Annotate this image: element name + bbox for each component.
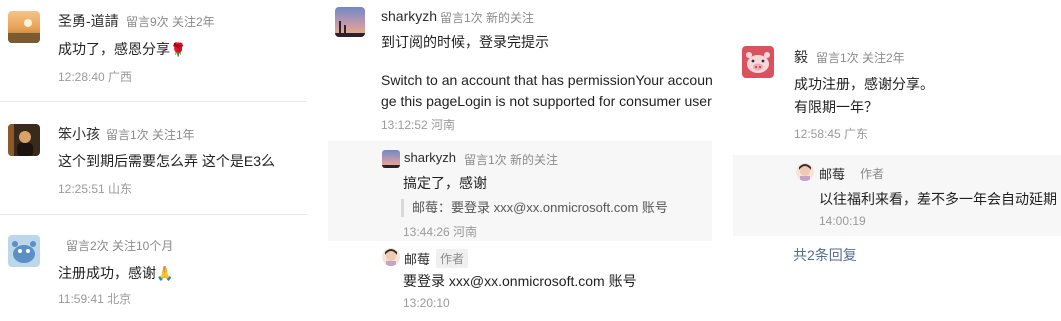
comment-time: 11:59:41 北京 xyxy=(58,292,132,306)
show-replies-link[interactable]: 共2条回复 xyxy=(793,245,857,265)
quoted-reply: 邮莓：要登录 xxx@xx.onmicrosoft.com 账号 xyxy=(401,199,668,217)
avatar[interactable] xyxy=(8,11,40,43)
reply-text: 以往福利来看，差不多一年会自动延期 xyxy=(819,191,1057,207)
comment-time: 12:28:40 广西 xyxy=(58,70,133,84)
comment-text: 这个到期后需要怎么弄 这个是E3么 xyxy=(58,153,276,169)
commenter-name[interactable]: 圣勇-道請 xyxy=(58,11,119,31)
pray-emoji: 🙏 xyxy=(156,265,174,281)
comment-meta: 留言1次 新的关注 xyxy=(440,11,535,25)
reply-time: 13:44:26 河南 xyxy=(403,225,478,239)
comment-time: 12:58:45 广东 xyxy=(794,127,869,141)
author-badge: 作者 xyxy=(436,249,469,268)
comment-text-line: ge this pageLogin is not supported for c… xyxy=(381,93,712,109)
comment-meta: 留言2次 关注10个月 xyxy=(66,239,174,253)
divider xyxy=(0,101,307,102)
comment-text-body: 注册成功，感谢 xyxy=(58,265,156,281)
comment-text: 注册成功，感谢🙏 xyxy=(58,263,173,283)
avatar[interactable] xyxy=(382,150,400,168)
divider xyxy=(0,214,307,215)
comment-meta: 留言9次 关注2年 xyxy=(126,15,215,29)
commenter-name[interactable]: sharkyzh xyxy=(404,150,456,165)
reply-text: 要登录 xxx@xx.onmicrosoft.com 账号 xyxy=(403,273,637,289)
avatar[interactable] xyxy=(335,7,365,37)
comment-meta: 留言1次 关注2年 xyxy=(816,51,905,65)
avatar[interactable] xyxy=(8,124,40,156)
avatar[interactable] xyxy=(796,163,814,181)
comment-time: 12:25:51 山东 xyxy=(58,182,133,196)
author-name[interactable]: 邮莓 xyxy=(404,249,430,268)
avatar[interactable] xyxy=(8,235,40,267)
rose-emoji: 🌹 xyxy=(170,42,187,57)
comment-text-line: 成功注册，感谢分享。 xyxy=(794,76,934,92)
comment-text-body: 成功了，感恩分享 xyxy=(58,41,170,57)
reply-text: 搞定了，感谢 xyxy=(403,175,487,191)
commenter-name[interactable]: 笨小孩 xyxy=(58,124,100,144)
comment-text-line: Switch to an account that has permission… xyxy=(381,72,712,88)
comment-text-line: 有限期一年？ xyxy=(794,99,878,115)
commenter-name[interactable]: 毅 xyxy=(794,47,808,67)
comment-meta: 留言1次 新的关注 xyxy=(464,153,559,167)
avatar[interactable] xyxy=(742,46,774,78)
avatar[interactable] xyxy=(382,248,400,266)
reply-time: 14:00:19 xyxy=(819,214,866,228)
comment-text-line: 到订阅的时候，登录完提示 xyxy=(381,34,549,50)
comment-meta: 留言1次 关注1年 xyxy=(106,128,195,142)
author-badge: 作者 xyxy=(860,167,885,181)
comment-time: 13:12:52 河南 xyxy=(381,118,456,132)
commenter-name[interactable]: sharkyzh xyxy=(381,8,437,24)
comment-text: 成功了，感恩分享🌹 xyxy=(58,39,186,60)
author-name[interactable]: 邮莓 xyxy=(819,164,845,183)
reply-time: 13:20:10 xyxy=(403,296,450,310)
